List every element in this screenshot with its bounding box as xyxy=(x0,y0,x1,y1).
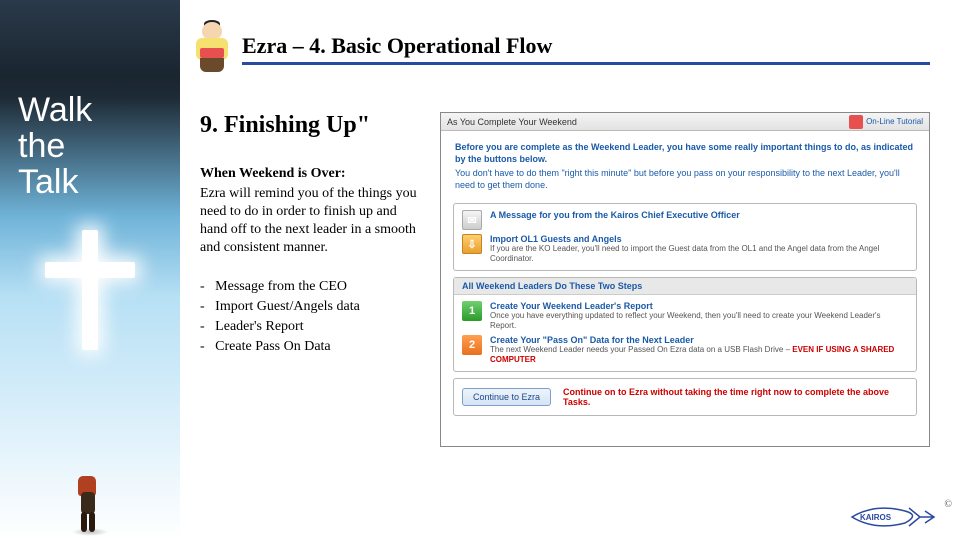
title-bar: Ezra – 4. Basic Operational Flow xyxy=(190,22,960,76)
rail-title: Walk the Talk xyxy=(18,92,92,200)
import-icon: ⇩ xyxy=(462,234,482,254)
tutorial-icon xyxy=(849,115,863,129)
ss-row-sub: The next Weekend Leader needs your Passe… xyxy=(490,345,908,365)
mascot-icon xyxy=(190,22,236,76)
ss-row-report[interactable]: 1 Create Your Weekend Leader's Report On… xyxy=(462,301,908,331)
ss-box-2: All Weekend Leaders Do These Two Steps 1… xyxy=(453,277,917,372)
bullet-list: Message from the CEO Import Guest/Angels… xyxy=(200,277,422,357)
ss-window-title: As You Complete Your Weekend xyxy=(447,117,577,127)
ss-intro-line1: Before you are complete as the Weekend L… xyxy=(455,141,915,165)
ss-row-title: Import OL1 Guests and Angels xyxy=(490,234,908,244)
lead-bold: When Weekend is Over: xyxy=(200,165,422,183)
copyright-mark: © xyxy=(944,499,952,510)
section-heading: 9. Finishing Up" xyxy=(200,112,422,139)
bullet-item: Leader's Report xyxy=(200,317,422,337)
page-title: Ezra – 4. Basic Operational Flow xyxy=(242,33,930,65)
ss-box2-header: All Weekend Leaders Do These Two Steps xyxy=(454,278,916,295)
ss-row-sub: If you are the KO Leader, you'll need to… xyxy=(490,244,908,264)
ss-row-ceo[interactable]: ✉ A Message for you from the Kairos Chie… xyxy=(462,210,908,230)
ss-row-import[interactable]: ⇩ Import OL1 Guests and Angels If you ar… xyxy=(462,234,908,264)
ss-box-1: ✉ A Message for you from the Kairos Chie… xyxy=(453,203,917,271)
bullet-item: Create Pass On Data xyxy=(200,337,422,357)
kairos-logo: KAIROS xyxy=(850,502,938,532)
continue-button[interactable]: Continue to Ezra xyxy=(462,388,551,406)
ss-row-title: A Message for you from the Kairos Chief … xyxy=(490,210,740,220)
ss-intro: Before you are complete as the Weekend L… xyxy=(441,131,929,199)
text-column: 9. Finishing Up" When Weekend is Over: E… xyxy=(180,112,440,447)
content-area: Ezra – 4. Basic Operational Flow 9. Fini… xyxy=(180,0,960,540)
rail-title-line1: Walk xyxy=(18,91,92,129)
embedded-screenshot: As You Complete Your Weekend On-Line Tut… xyxy=(440,112,930,447)
step-2-icon: 2 xyxy=(462,335,482,355)
step-1-icon: 1 xyxy=(462,301,482,321)
logo-text: KAIROS xyxy=(860,513,892,522)
ss-row-title: Create Your Weekend Leader's Report xyxy=(490,301,908,311)
cross-graphic xyxy=(45,230,135,350)
lead-body: Ezra will remind you of the things you n… xyxy=(200,185,422,257)
ss-footer: Continue to Ezra Continue on to Ezra wit… xyxy=(453,378,917,416)
ss-row-passon[interactable]: 2 Create Your "Pass On" Data for the Nex… xyxy=(462,335,908,365)
ss-footer-msg: Continue on to Ezra without taking the t… xyxy=(563,387,908,407)
bullet-item: Message from the CEO xyxy=(200,277,422,297)
ss-row-sub: Once you have everything updated to refl… xyxy=(490,311,908,331)
rail-title-line3: Talk xyxy=(18,163,78,201)
ss-row-title: Create Your "Pass On" Data for the Next … xyxy=(490,335,908,345)
left-rail: Walk the Talk xyxy=(0,0,180,540)
ss-titlebar: As You Complete Your Weekend On-Line Tut… xyxy=(441,113,929,131)
rail-title-line2: the xyxy=(18,127,65,165)
ss-tutorial-link[interactable]: On-Line Tutorial xyxy=(849,115,923,129)
ss-intro-line2: You don't have to do them "right this mi… xyxy=(455,167,915,191)
envelope-icon: ✉ xyxy=(462,210,482,230)
walker-graphic xyxy=(73,474,107,532)
bullet-item: Import Guest/Angels data xyxy=(200,297,422,317)
